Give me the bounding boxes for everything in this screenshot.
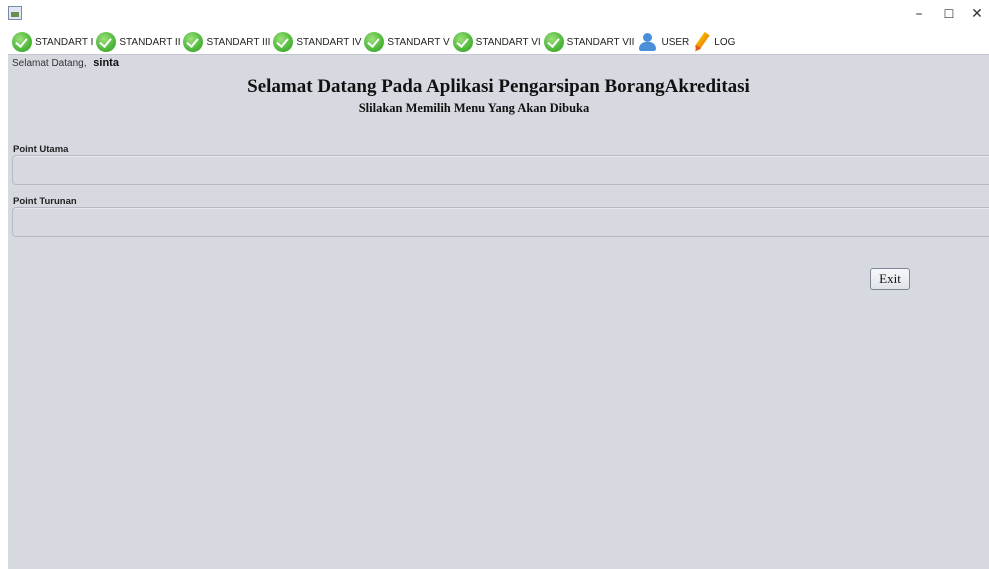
point-utama-field[interactable] bbox=[12, 155, 989, 185]
check-icon bbox=[96, 32, 117, 52]
menu-user[interactable]: USER bbox=[637, 30, 692, 54]
menu-label: STANDART II bbox=[119, 36, 181, 48]
menu-standart-7[interactable]: STANDART VII bbox=[543, 30, 638, 54]
point-turunan-field[interactable] bbox=[12, 207, 989, 237]
menu-label: STANDART V bbox=[387, 36, 450, 48]
user-icon bbox=[637, 32, 657, 52]
menu-label: STANDART IV bbox=[296, 36, 362, 48]
check-icon bbox=[183, 32, 204, 52]
menu-standart-4[interactable]: STANDART IV bbox=[273, 30, 364, 54]
menu-standart-1[interactable]: STANDART I bbox=[0, 30, 96, 54]
page-title: Selamat Datang Pada Aplikasi Pengarsipan… bbox=[247, 76, 750, 97]
welcome-line: Selamat Datang, sinta bbox=[12, 57, 119, 69]
page-subtitle: Slilakan Memilih Menu Yang Akan Dibuka bbox=[358, 101, 590, 115]
menu-bar: STANDART I STANDART II STANDART III STAN… bbox=[0, 30, 989, 54]
check-icon bbox=[364, 32, 385, 52]
username-label: sinta bbox=[93, 57, 119, 69]
check-icon bbox=[452, 32, 473, 52]
point-utama-label: Point Utama bbox=[13, 144, 69, 155]
menu-standart-2[interactable]: STANDART II bbox=[96, 30, 183, 54]
menu-standart-5[interactable]: STANDART V bbox=[364, 30, 452, 54]
maximize-button[interactable]: ☐ bbox=[934, 0, 964, 28]
menu-label: LOG bbox=[714, 36, 736, 48]
check-icon bbox=[12, 32, 32, 52]
check-icon bbox=[543, 32, 564, 52]
menu-label: STANDART VI bbox=[475, 36, 541, 48]
close-button[interactable]: ✕ bbox=[962, 0, 989, 28]
menu-standart-3[interactable]: STANDART III bbox=[183, 30, 273, 54]
check-icon bbox=[273, 32, 294, 52]
menu-label: STANDART III bbox=[206, 36, 271, 48]
exit-button[interactable]: Exit bbox=[870, 268, 910, 290]
point-turunan-label: Point Turunan bbox=[13, 196, 77, 207]
menu-standart-6[interactable]: STANDART VI bbox=[452, 30, 544, 54]
window-titlebar: – ☐ ✕ bbox=[0, 0, 989, 30]
main-panel: Selamat Datang, sinta Selamat Datang Pad… bbox=[8, 54, 989, 569]
menu-log[interactable]: LOG bbox=[692, 30, 738, 54]
pencil-icon bbox=[692, 31, 710, 54]
java-app-icon bbox=[8, 6, 22, 20]
menu-label: STANDART VII bbox=[566, 36, 635, 48]
menu-label: USER bbox=[661, 36, 690, 48]
minimize-button[interactable]: – bbox=[904, 0, 934, 28]
menu-label: STANDART I bbox=[35, 36, 94, 48]
greeting-text: Selamat Datang, bbox=[12, 58, 87, 69]
